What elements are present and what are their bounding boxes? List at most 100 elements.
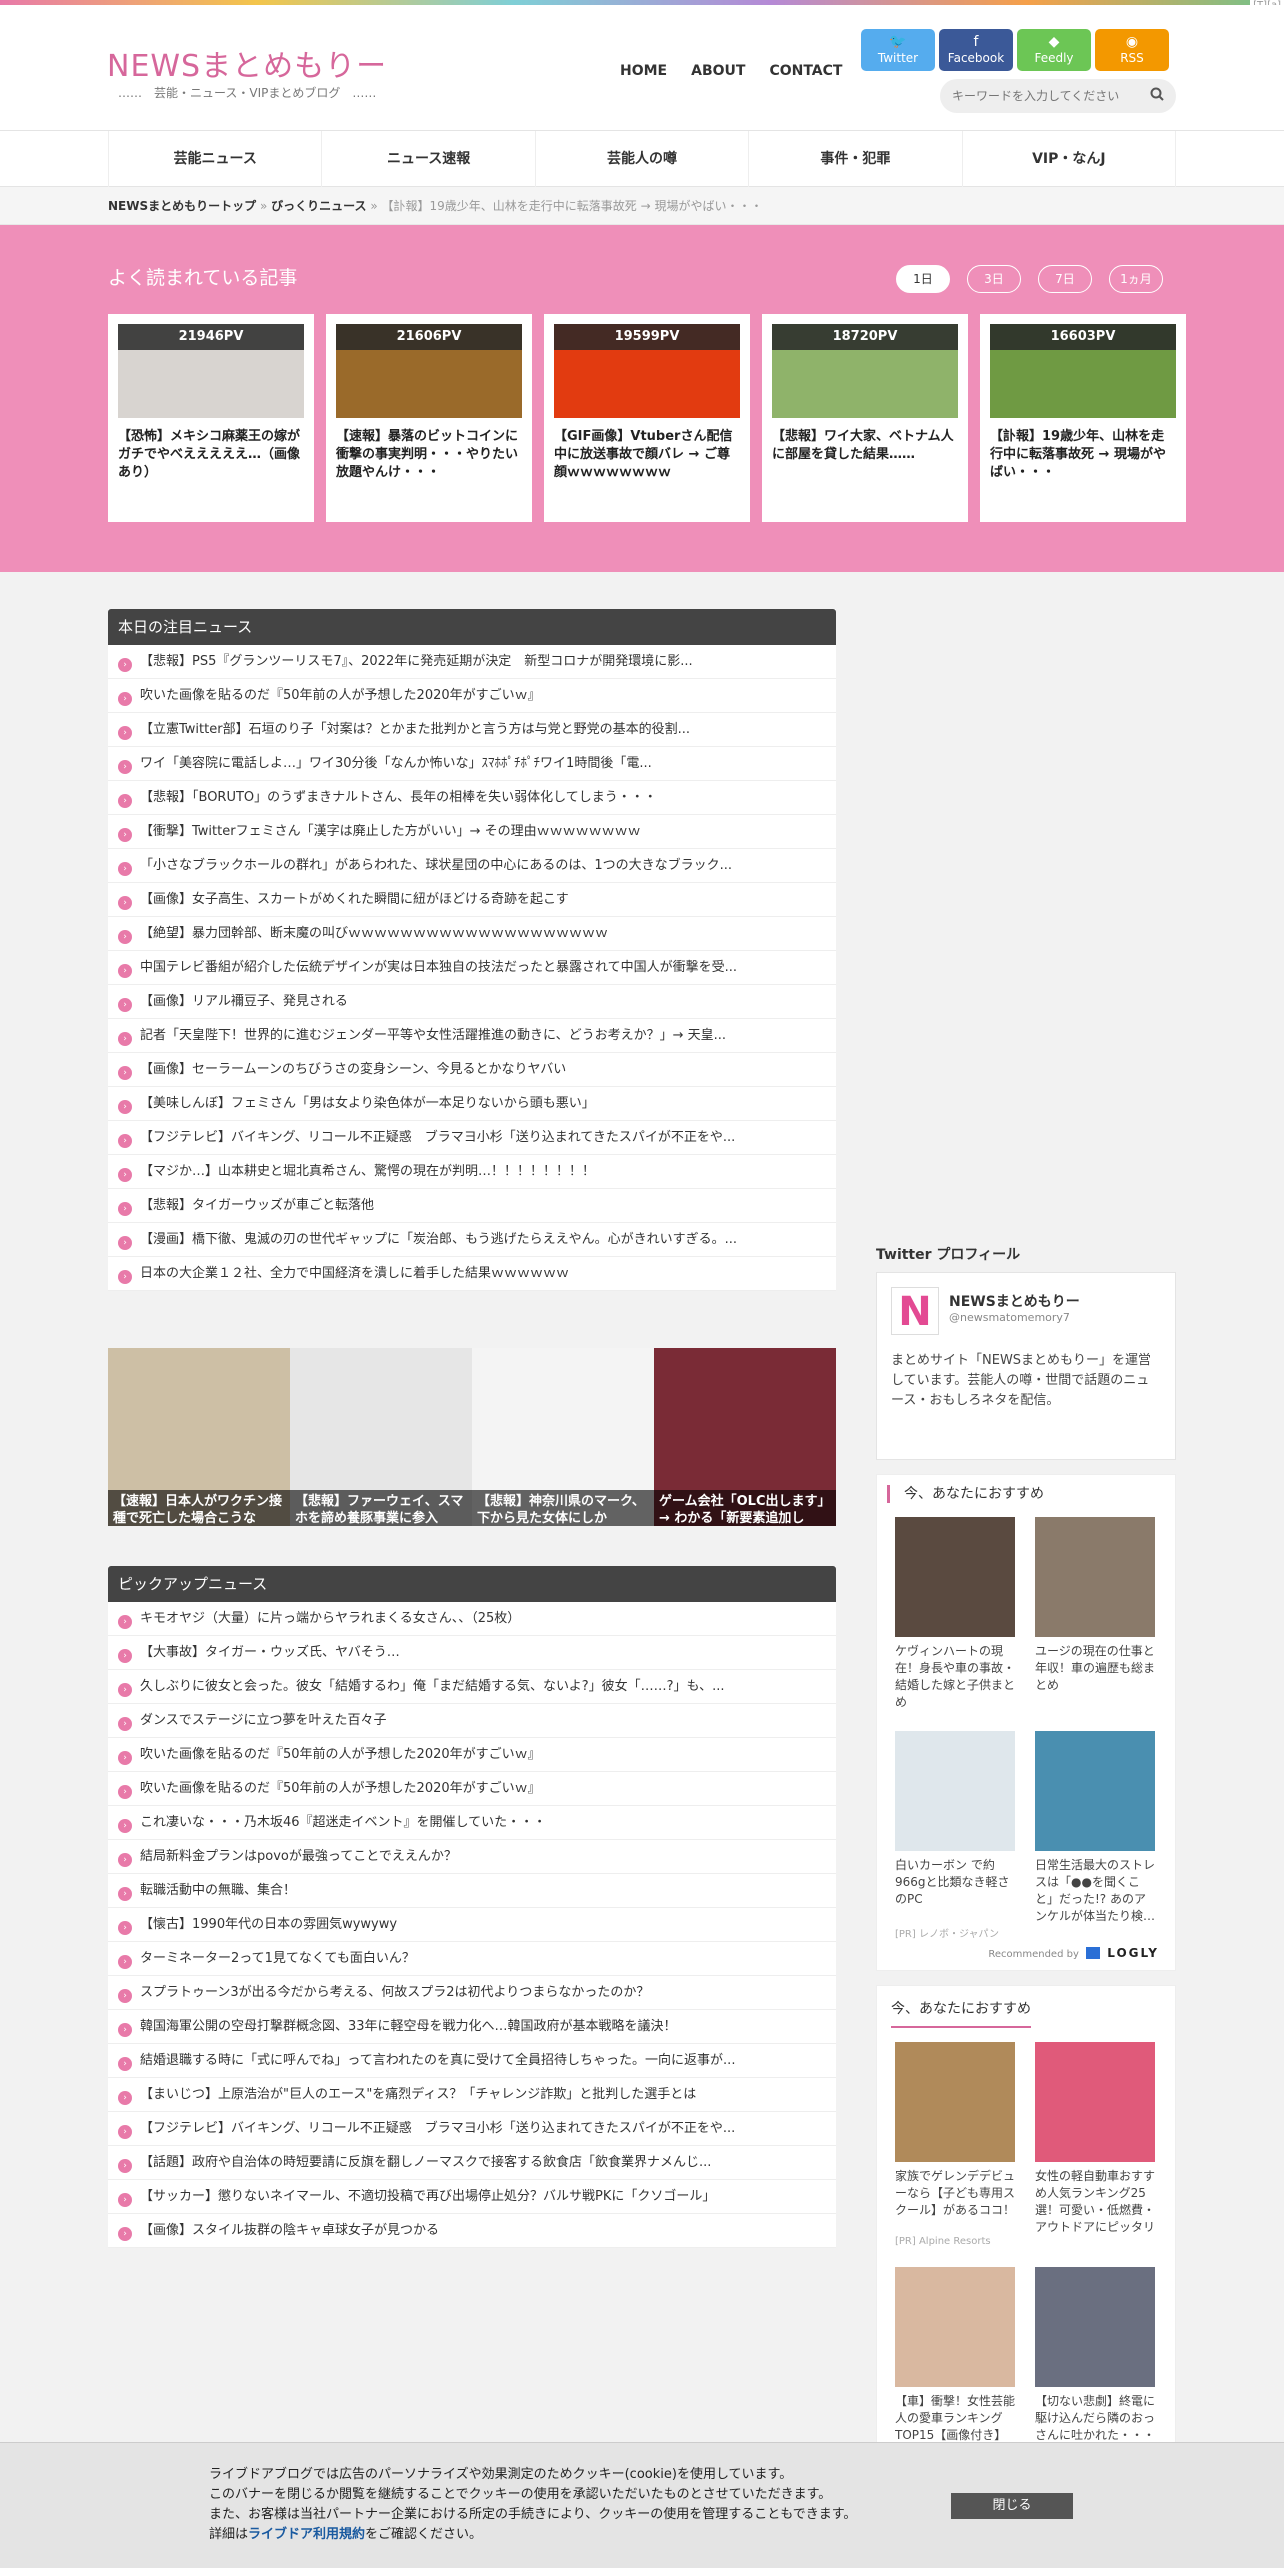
news-link[interactable]: 【画像】女子高生、スカートがめくれた瞬間に紐がほどける奇跡を起こす <box>140 892 569 907</box>
news-list-item[interactable]: › 「小さなブラックホールの群れ」があらわれた、球状星団の中心にあるのは、1つの大… <box>108 849 836 883</box>
news-list-item[interactable]: › 【画像】セーラームーンのちびうさの変身シーン、今見るとかなりヤバい <box>108 1053 836 1087</box>
news-list-item[interactable]: › 韓国海軍公開の空母打撃群概念図、33年に軽空母を戦力化へ…韓国政府が基本戦略を… <box>108 2010 836 2044</box>
twitter-profile-card[interactable]: N NEWSまとめもりー @newsmatomemory7 まとめサイト「NEW… <box>876 1272 1176 1460</box>
news-link[interactable]: 【悲報】「BORUTO」のうずまきナルトさん、長年の相棒を失い弱体化してしまう・… <box>140 790 657 805</box>
range-tab[interactable]: 1ヵ月 <box>1109 265 1163 293</box>
news-link[interactable]: 日本の大企業１２社、全力で中国経済を潰しに着手した結果ｗｗｗｗｗｗ <box>140 1266 569 1281</box>
recommend-item[interactable]: 白いカーボン で約966gと比類なき軽さのPC [PR] レノボ・ジャパン <box>895 1731 1015 1940</box>
recommend-image[interactable] <box>1035 2267 1155 2387</box>
news-link[interactable]: 【話題】政府や自治体の時短要請に反旗を翻しノーマスクで接客する飲食店「飲食業界ナ… <box>140 2155 711 2170</box>
news-link[interactable]: 久しぶりに彼女と会った。彼女「結婚するわ」俺「まだ結婚する気、ないよ?」彼女「…… <box>140 1679 725 1694</box>
news-list-item[interactable]: › 【漫画】橋下徹、鬼滅の刃の世代ギャップに「炭治郎、もう逃げたらええやん。心がき… <box>108 1223 836 1257</box>
news-link[interactable]: 中国テレビ番組が紹介した伝統デザインが実は日本独自の技法だったと暴露されて中国人… <box>140 960 737 975</box>
recommend-image[interactable] <box>895 1731 1015 1851</box>
recommend-item[interactable]: 【車】衝撃！女性芸能人の愛車ランキングTOP15【画像付き】 <box>895 2267 1015 2461</box>
news-list-item[interactable]: › 転職活動中の無職、集合！ <box>108 1874 836 1908</box>
news-link[interactable]: 【立憲Twitter部】石垣のり子「対案は？とかまた批判かと言う方は与党と野党の… <box>140 722 690 737</box>
popular-card[interactable]: 16603PV 【訃報】19歳少年、山林を走行中に転落事故死 → 現場がやばい・・… <box>980 314 1186 522</box>
news-list-item[interactable]: › 【衝撃】Twitterフェミさん「漢字は廃止した方がいい」→ その理由ｗｗｗｗ… <box>108 815 836 849</box>
recommend-image[interactable] <box>1035 1731 1155 1851</box>
card-thumbnail[interactable]: 16603PV <box>990 324 1176 418</box>
news-list-item[interactable]: › 日本の大企業１２社、全力で中国経済を潰しに着手した結果ｗｗｗｗｗｗ <box>108 1257 836 1291</box>
card-title[interactable]: 【恐怖】メキシコ麻薬王の嫁がガチでやべえええええ…（画像あり） <box>118 428 304 500</box>
news-link[interactable]: 【画像】セーラームーンのちびうさの変身シーン、今見るとかなりヤバい <box>140 1062 566 1077</box>
news-link[interactable]: 【マジか…】山本耕史と堀北真希さん、驚愕の現在が判明…！！！！！！！！ <box>140 1164 595 1179</box>
image-tile[interactable]: 【悲報】神奈川県のマーク、下から見た女体にしか <box>472 1348 654 1526</box>
news-list-item[interactable]: › 【絶望】暴力団幹部、断末魔の叫びｗｗｗｗｗｗｗｗｗｗｗｗｗｗｗｗｗｗｗｗ <box>108 917 836 951</box>
news-link[interactable]: 【絶望】暴力団幹部、断末魔の叫びｗｗｗｗｗｗｗｗｗｗｗｗｗｗｗｗｗｗｗｗ <box>140 926 608 941</box>
range-tab[interactable]: 3日 <box>967 265 1021 293</box>
terms-link[interactable]: ライブドア利用規約 <box>248 2527 365 2542</box>
breadcrumb-section[interactable]: びっくりニュース <box>271 199 366 213</box>
category-item[interactable]: 芸能ニュース <box>108 131 321 187</box>
site-logo[interactable]: NEWSまとめもりー <box>107 41 387 85</box>
logly-credit[interactable]: Recommended by LOGLY <box>877 1946 1175 1960</box>
news-link[interactable]: 【悲報】タイガーウッズが車ごと転落他 <box>140 1198 374 1213</box>
news-list-item[interactable]: › 【話題】政府や自治体の時短要請に反旗を翻しノーマスクで接客する飲食店「飲食業界… <box>108 2146 836 2180</box>
recommend-item[interactable]: ユージの現在の仕事と年収！車の遍歴も総まとめ <box>1035 1517 1155 1711</box>
breadcrumb-home[interactable]: NEWSまとめもりートップ <box>108 199 256 213</box>
news-link[interactable]: ワイ「美容院に電話しよ…」ワイ30分後「なんか怖いな」ｽﾏﾎﾎﾟﾁﾎﾟﾁワイ1時… <box>140 756 652 771</box>
recommend-title[interactable]: 家族でゲレンデデビューなら【子ども専用スクール】があるココ！ <box>895 2168 1015 2236</box>
news-list-item[interactable]: › 【画像】女子高生、スカートがめくれた瞬間に紐がほどける奇跡を起こす <box>108 883 836 917</box>
news-link[interactable]: ターミネーター2って1見てなくても面白いん？ <box>140 1951 415 1966</box>
card-title[interactable]: 【速報】暴落のビットコインに衝撃の事実判明・・・やりたい放題やんけ・・・ <box>336 428 522 500</box>
news-link[interactable]: 【懐古】1990年代の日本の雰囲気wywywy <box>140 1917 397 1932</box>
news-link[interactable]: 【サッカー】懲りないネイマール、不適切投稿で再び出場停止処分？バルサ戦PKに「ク… <box>140 2189 715 2204</box>
nav-about[interactable]: ABOUT <box>691 63 745 79</box>
twitter-button[interactable]: 🐦 Twitter <box>861 29 935 71</box>
news-link[interactable]: 結局新料金プランはpovoが最強ってことでええんか？ <box>140 1849 457 1864</box>
recommend-image[interactable] <box>895 2042 1015 2162</box>
news-list-item[interactable]: › 吹いた画像を貼るのだ『50年前の人が予想した2020年がすごいｗ』 <box>108 1772 836 1806</box>
news-link[interactable]: 【フジテレビ】バイキング、リコール不正疑惑 ブラマヨ小杉「送り込まれてきたスパイ… <box>140 2121 735 2136</box>
news-link[interactable]: 【まいじつ】上原浩治が"巨人のエース"を痛烈ディス？「チャレンジ詐欺」と批判した… <box>140 2087 696 2102</box>
tile-caption[interactable]: ゲーム会社「OLC出します」→ わかる「新要素追加し <box>654 1490 836 1526</box>
tile-caption[interactable]: 【悲報】神奈川県のマーク、下から見た女体にしか <box>472 1490 654 1526</box>
news-list-item[interactable]: › 久しぶりに彼女と会った。彼女「結婚するわ」俺「まだ結婚する気、ないよ?」彼女「… <box>108 1670 836 1704</box>
news-list-item[interactable]: › 【悲報】タイガーウッズが車ごと転落他 <box>108 1189 836 1223</box>
news-link[interactable]: 【悲報】PS5『グランツーリスモ7』、2022年に発売延期が決定 新型コロナが開… <box>140 654 693 669</box>
news-link[interactable]: 【大事故】タイガー・ウッズ氏、ヤバそう… <box>140 1645 400 1660</box>
popular-card[interactable]: 18720PV 【悲報】ワイ大家、ベトナム人に部屋を貸した結果…… <box>762 314 968 522</box>
news-list-item[interactable]: › 中国テレビ番組が紹介した伝統デザインが実は日本独自の技法だったと暴露されて中国… <box>108 951 836 985</box>
news-link[interactable]: スプラトゥーン3が出る今だから考える、何故スプラ2は初代よりつまらなかったのか？ <box>140 1985 649 2000</box>
news-link[interactable]: ダンスでステージに立つ夢を叶えた百々子 <box>140 1713 386 1728</box>
cookie-close-button[interactable]: 閉じる <box>951 2493 1073 2519</box>
card-title[interactable]: 【GIF画像】Vtuberさん配信中に放送事故で顔バレ → ご尊顔ｗｗｗｗｗｗｗ… <box>554 428 740 500</box>
news-list-item[interactable]: › 【マジか…】山本耕史と堀北真希さん、驚愕の現在が判明…！！！！！！！！ <box>108 1155 836 1189</box>
news-list-item[interactable]: › 【フジテレビ】バイキング、リコール不正疑惑 ブラマヨ小杉「送り込まれてきたスパ… <box>108 1121 836 1155</box>
news-link[interactable]: 吹いた画像を貼るのだ『50年前の人が予想した2020年がすごいｗ』 <box>140 688 541 703</box>
news-list-item[interactable]: › 【サッカー】懲りないネイマール、不適切投稿で再び出場停止処分？バルサ戦PKに「… <box>108 2180 836 2214</box>
news-link[interactable]: 【漫画】橋下徹、鬼滅の刃の世代ギャップに「炭治郎、もう逃げたらええやん。心がきれ… <box>140 1232 737 1247</box>
search-input[interactable] <box>952 89 1150 103</box>
news-list-item[interactable]: › 【懐古】1990年代の日本の雰囲気wywywy <box>108 1908 836 1942</box>
recommend-image[interactable] <box>1035 1517 1155 1637</box>
news-list-item[interactable]: › ダンスでステージに立つ夢を叶えた百々子 <box>108 1704 836 1738</box>
range-tab[interactable]: 7日 <box>1038 265 1092 293</box>
image-tile[interactable]: 【速報】日本人がワクチン接種で死亡した場合こうな <box>108 1348 290 1526</box>
news-list-item[interactable]: › 【フジテレビ】バイキング、リコール不正疑惑 ブラマヨ小杉「送り込まれてきたスパ… <box>108 2112 836 2146</box>
news-list-item[interactable]: › ターミネーター2って1見てなくても面白いん？ <box>108 1942 836 1976</box>
news-list-item[interactable]: › スプラトゥーン3が出る今だから考える、何故スプラ2は初代よりつまらなかったのか… <box>108 1976 836 2010</box>
popular-card[interactable]: 19599PV 【GIF画像】Vtuberさん配信中に放送事故で顔バレ → ご尊顔… <box>544 314 750 522</box>
news-list-item[interactable]: › 【悲報】PS5『グランツーリスモ7』、2022年に発売延期が決定 新型コロナが… <box>108 645 836 679</box>
range-tab[interactable]: 1日 <box>896 265 950 293</box>
news-list-item[interactable]: › ワイ「美容院に電話しよ…」ワイ30分後「なんか怖いな」ｽﾏﾎﾎﾟﾁﾎﾟﾁワイ1… <box>108 747 836 781</box>
card-title[interactable]: 【訃報】19歳少年、山林を走行中に転落事故死 → 現場がやばい・・・ <box>990 428 1176 500</box>
recommend-item[interactable]: 女性の軽自動車おすすめ人気ランキング25選！可愛い・低燃費・アウトドアにピッタリ <box>1035 2042 1155 2247</box>
news-link[interactable]: 吹いた画像を貼るのだ『50年前の人が予想した2020年がすごいｗ』 <box>140 1781 541 1796</box>
news-list-item[interactable]: › 結局新料金プランはpovoが最強ってことでええんか？ <box>108 1840 836 1874</box>
news-link[interactable]: 【フジテレビ】バイキング、リコール不正疑惑 ブラマヨ小杉「送り込まれてきたスパイ… <box>140 1130 735 1145</box>
category-item[interactable]: 芸能人の噂 <box>534 131 748 187</box>
popular-card[interactable]: 21946PV 【恐怖】メキシコ麻薬王の嫁がガチでやべえええええ…（画像あり） <box>108 314 314 522</box>
news-list-item[interactable]: › 【画像】リアル襧豆子、発見される <box>108 985 836 1019</box>
rss-button[interactable]: ◉ RSS <box>1095 29 1169 71</box>
category-item[interactable]: ニュース速報 <box>321 131 534 187</box>
news-list-item[interactable]: › 【画像】スタイル抜群の陰キャ卓球女子が見つかる <box>108 2214 836 2248</box>
recommend-title[interactable]: 日常生活最大のストレスは「●●を聞くこと」だった!? あのアンケルが体当たり検… <box>1035 1857 1155 1925</box>
tile-caption[interactable]: 【悲報】ファーウェイ、スマホを諦め養豚事業に参入 <box>290 1490 472 1526</box>
news-list-item[interactable]: › 【美味しんぼ】フェミさん「男は女より染色体が一本足りないから頭も悪い」 <box>108 1087 836 1121</box>
news-list-item[interactable]: › 記者「天皇陛下！世界的に進むジェンダー平等や女性活躍推進の動きに、どうお考えか… <box>108 1019 836 1053</box>
news-list-item[interactable]: › キモオヤジ（大量）に片っ端からヤラれまくる女さん、、（25枚） <box>108 1602 836 1636</box>
news-list-item[interactable]: › これ凄いな・・・乃木坂46『超迷走イベント』を開催していた・・・ <box>108 1806 836 1840</box>
